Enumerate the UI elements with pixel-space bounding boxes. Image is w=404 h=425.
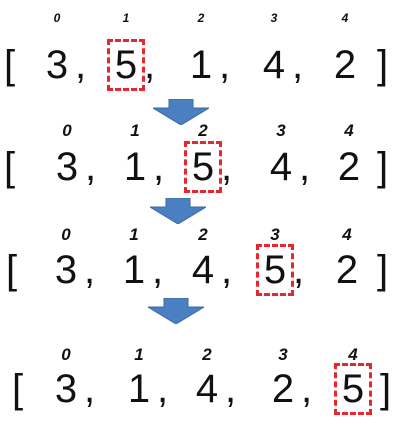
down-arrow-icon bbox=[151, 98, 211, 126]
open-bracket: [ bbox=[6, 248, 18, 292]
comma-separator: , bbox=[221, 145, 233, 189]
highlight-box bbox=[256, 244, 294, 296]
array-value: 1 bbox=[122, 248, 146, 292]
array-value: 3 bbox=[55, 145, 79, 189]
comma-separator: , bbox=[75, 43, 87, 87]
comma-separator: , bbox=[225, 367, 237, 411]
comma-separator: , bbox=[84, 367, 96, 411]
array-value: 2 bbox=[337, 145, 361, 189]
index-label: 1 bbox=[129, 225, 139, 244]
highlight-box bbox=[334, 363, 372, 415]
comma-separator: , bbox=[153, 145, 165, 189]
down-arrow-icon bbox=[148, 197, 208, 225]
comma-separator: , bbox=[221, 248, 233, 292]
array-value: 4 bbox=[191, 248, 215, 292]
highlight-box bbox=[184, 141, 222, 193]
open-bracket: [ bbox=[12, 367, 24, 411]
index-label: 4 bbox=[348, 345, 358, 364]
index-label: 0 bbox=[53, 11, 61, 25]
array-value: 2 bbox=[333, 43, 357, 87]
index-label: 1 bbox=[134, 345, 144, 364]
array-value: 2 bbox=[335, 248, 359, 292]
close-bracket: ] bbox=[377, 145, 389, 189]
close-bracket: ] bbox=[380, 367, 392, 411]
index-label: 1 bbox=[122, 11, 130, 25]
array-value: 3 bbox=[54, 248, 78, 292]
open-bracket: [ bbox=[4, 43, 16, 87]
bubble-sort-diagram: [] 0 3, 1 5, 2 1, 3 4, 4 2[] 0 3, 1 1, 2 5, 3 4, 4 2[] 0 3, 1 1,… bbox=[0, 0, 404, 425]
down-arrow-icon bbox=[146, 297, 206, 325]
comma-separator: , bbox=[299, 145, 311, 189]
highlight-box bbox=[107, 39, 145, 91]
comma-separator: , bbox=[144, 43, 156, 87]
array-value: 1 bbox=[189, 43, 213, 87]
comma-separator: , bbox=[301, 367, 313, 411]
index-label: 0 bbox=[62, 121, 72, 140]
comma-separator: , bbox=[157, 367, 169, 411]
step-arrow-1 bbox=[151, 98, 211, 126]
index-label: 2 bbox=[198, 225, 208, 244]
comma-separator: , bbox=[292, 43, 304, 87]
index-label: 3 bbox=[276, 121, 286, 140]
comma-separator: , bbox=[84, 248, 96, 292]
array-value: 1 bbox=[127, 367, 151, 411]
comma-separator: , bbox=[85, 145, 97, 189]
comma-separator: , bbox=[152, 248, 164, 292]
step-arrow-3 bbox=[146, 297, 206, 325]
index-label: 0 bbox=[61, 345, 71, 364]
open-bracket: [ bbox=[4, 145, 16, 189]
array-value: 2 bbox=[271, 367, 295, 411]
index-label: 3 bbox=[270, 225, 280, 244]
index-label: 3 bbox=[270, 11, 278, 25]
index-label: 2 bbox=[197, 11, 205, 25]
index-label: 1 bbox=[130, 121, 140, 140]
index-label: 3 bbox=[278, 345, 288, 364]
index-label: 2 bbox=[202, 345, 212, 364]
array-value: 4 bbox=[262, 43, 286, 87]
close-bracket: ] bbox=[377, 43, 389, 87]
close-bracket: ] bbox=[377, 248, 389, 292]
array-value: 4 bbox=[269, 145, 293, 189]
array-value: 3 bbox=[54, 367, 78, 411]
comma-separator: , bbox=[219, 43, 231, 87]
array-value: 4 bbox=[195, 367, 219, 411]
index-label: 0 bbox=[61, 225, 71, 244]
step-arrow-2 bbox=[148, 197, 208, 225]
array-value: 3 bbox=[45, 43, 69, 87]
index-label: 4 bbox=[342, 225, 352, 244]
array-value: 1 bbox=[123, 145, 147, 189]
index-label: 4 bbox=[341, 11, 349, 25]
index-label: 4 bbox=[344, 121, 354, 140]
comma-separator: , bbox=[293, 248, 305, 292]
